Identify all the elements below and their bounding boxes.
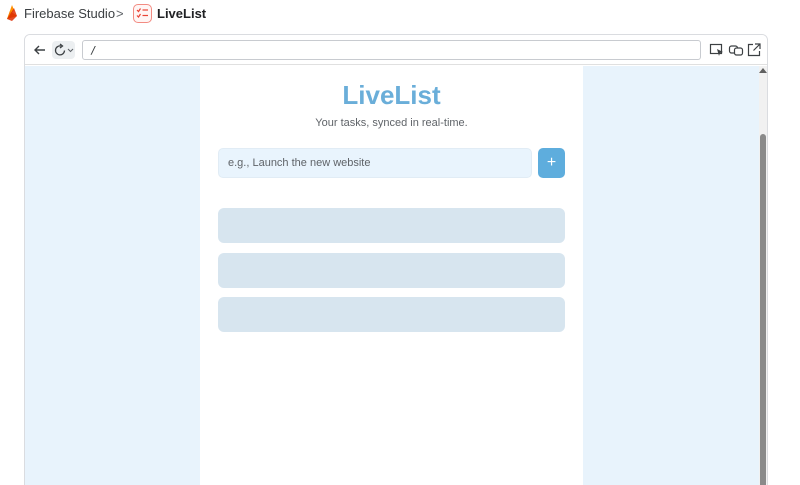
app-title: LiveList — [342, 80, 441, 110]
chevron-down-icon — [67, 48, 74, 53]
inspect-icon[interactable] — [709, 42, 725, 58]
url-text: / — [90, 44, 97, 57]
firebase-flame-icon — [7, 5, 17, 21]
back-arrow-icon[interactable] — [32, 42, 48, 58]
app-subtitle: Your tasks, synced in real-time. — [315, 117, 468, 129]
livelist-card: LiveList Your tasks, synced in real-time… — [200, 66, 583, 485]
reload-button[interactable] — [52, 41, 75, 59]
scrollbar-thumb[interactable] — [760, 134, 766, 485]
checklist-icon — [133, 4, 152, 23]
project-name[interactable]: LiveList — [157, 6, 206, 21]
task-skeleton — [218, 208, 565, 243]
scroll-up-arrow-icon[interactable] — [759, 68, 767, 73]
task-skeleton — [218, 253, 565, 288]
vertical-scrollbar[interactable] — [759, 66, 767, 485]
duplicate-icon[interactable] — [728, 42, 744, 58]
app-name[interactable]: Firebase Studio — [24, 6, 115, 21]
studio-header: Firebase Studio > LiveList — [0, 0, 800, 28]
reload-icon — [54, 43, 66, 56]
open-external-icon[interactable] — [746, 42, 762, 58]
app-viewport: LiveList Your tasks, synced in real-time… — [25, 66, 759, 485]
new-task-input[interactable] — [218, 148, 532, 178]
url-field[interactable]: / — [82, 40, 701, 60]
task-skeleton — [218, 297, 565, 332]
preview-toolbar: / — [25, 35, 767, 65]
add-task-button[interactable]: + — [538, 148, 565, 178]
breadcrumb-chevron-icon: > — [116, 6, 124, 21]
preview-frame: / LiveList Your tasks, synced in real-ti… — [24, 34, 768, 485]
